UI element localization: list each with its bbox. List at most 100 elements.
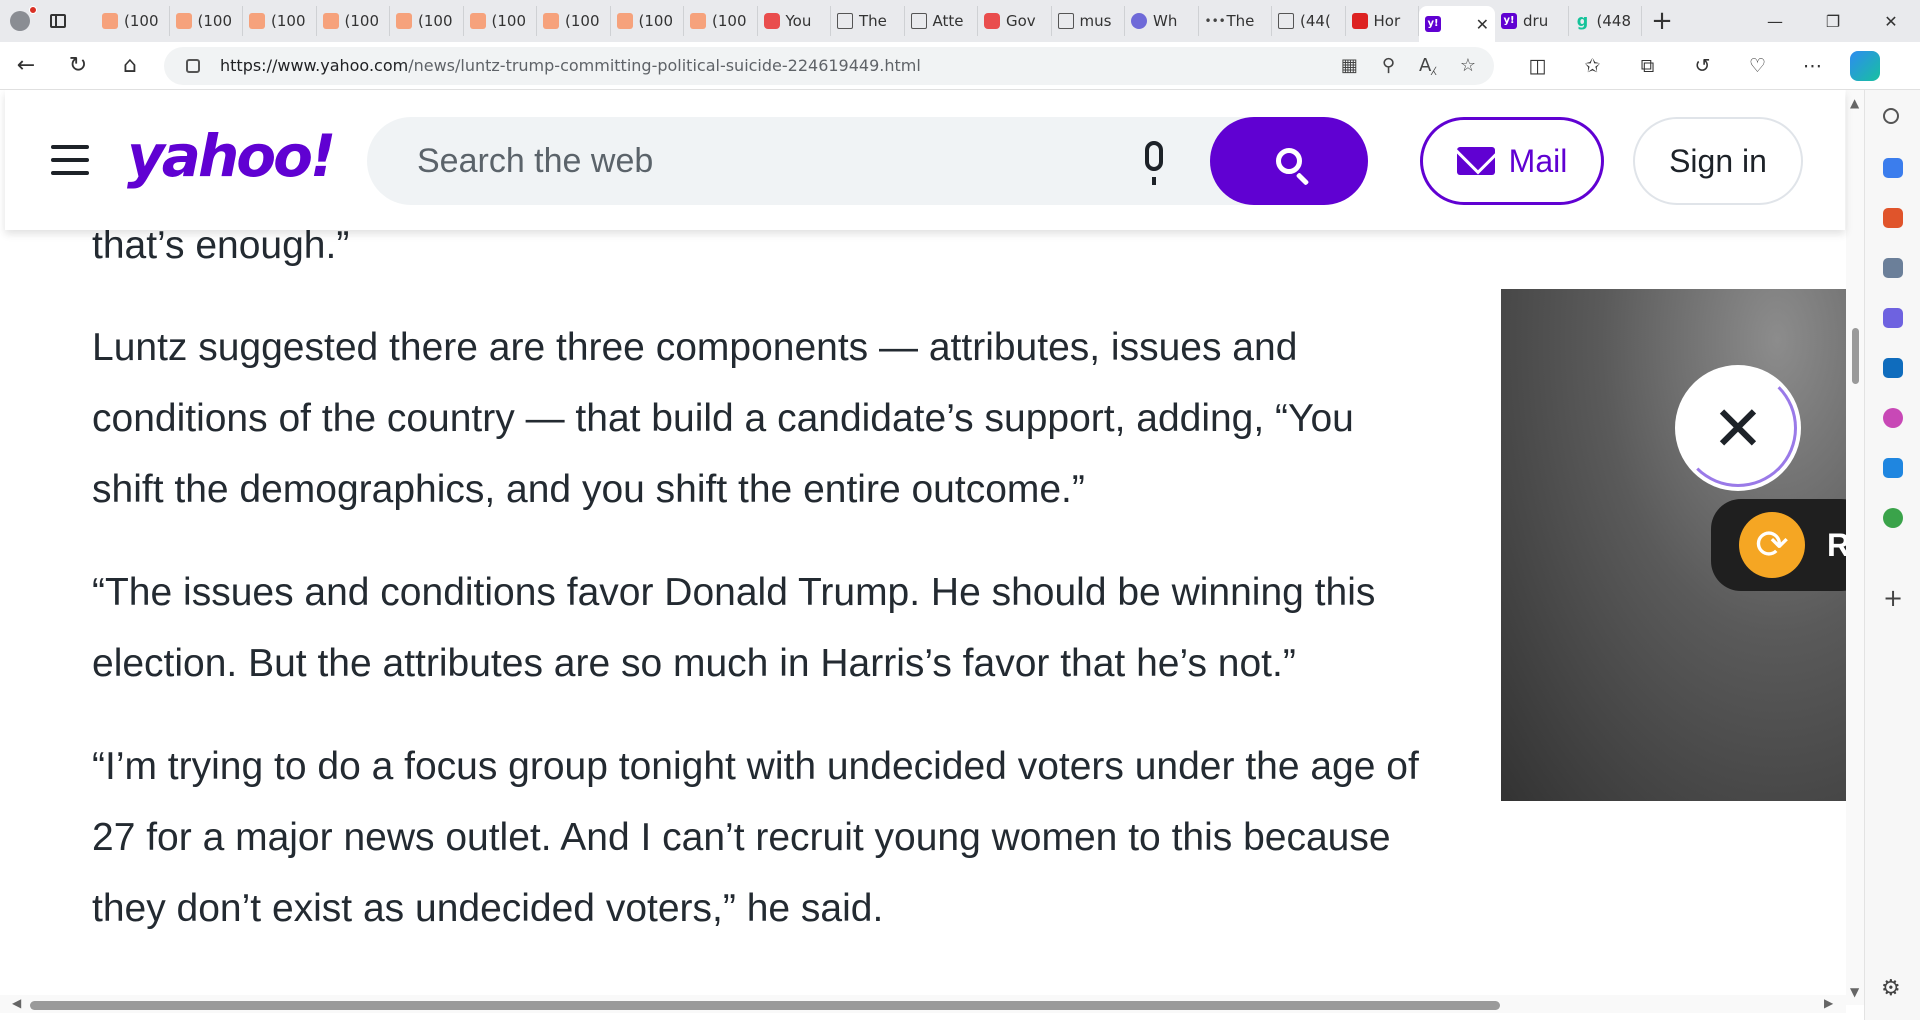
address-bar-icons: ▦ ⚲ A⁁ ☆ (1341, 55, 1494, 76)
tab-label: mus (1079, 12, 1112, 30)
shopping-tag-icon[interactable] (1883, 158, 1903, 178)
minimize-button[interactable]: — (1746, 0, 1804, 42)
app-available-icon[interactable]: ▦ (1341, 55, 1358, 76)
browser-tab[interactable]: (100 (243, 6, 317, 36)
tab-actions-icon (50, 14, 66, 28)
microphone-icon[interactable] (1145, 141, 1163, 185)
sign-in-button[interactable]: Sign in (1633, 117, 1803, 205)
replay-button[interactable]: ⟳ R (1711, 499, 1846, 591)
browser-tab[interactable]: y! ✕ (1419, 6, 1495, 42)
favorite-star-icon[interactable]: ☆ (1460, 55, 1476, 76)
refresh-button[interactable]: ↻ (52, 42, 104, 90)
browser-tab[interactable]: Atte (905, 6, 978, 36)
tab-actions-button[interactable] (40, 0, 76, 42)
browser-toolbar: ← ↻ ⌂ https://www.yahoo.com/news/luntz-t… (0, 42, 1920, 90)
browser-tab[interactable]: y! dru (1495, 6, 1569, 36)
browser-tab[interactable]: The (831, 6, 905, 36)
tools-icon[interactable] (1883, 208, 1903, 228)
tab-label: (100 (344, 12, 379, 30)
browser-tab[interactable]: Hor (1346, 6, 1419, 36)
substack-icon (249, 13, 265, 29)
browser-tab[interactable]: (100 (611, 6, 684, 36)
tab-strip: (100 (100 (100 (100 (100 (100 (100 (100 (100 You T… (76, 0, 1642, 42)
search-input[interactable] (417, 117, 1117, 205)
browser-tab[interactable]: (100 (464, 6, 537, 36)
browser-tab[interactable]: g (448 (1569, 6, 1642, 36)
browser-tab[interactable]: You (758, 6, 831, 36)
browser-tab[interactable]: Gov (978, 6, 1052, 36)
close-tab-icon[interactable]: ✕ (1476, 15, 1489, 34)
youtube-icon (763, 13, 780, 29)
menu-icon[interactable] (51, 145, 89, 175)
search-button[interactable] (1210, 117, 1368, 205)
more-options-icon[interactable]: ⋯ (1785, 55, 1840, 77)
article-paragraph: “I’m trying to do a focus group tonight … (92, 745, 1419, 930)
scroll-right-icon[interactable]: ▶ (1824, 996, 1833, 1010)
substack-icon (322, 13, 339, 29)
add-sidebar-app-icon[interactable]: + (1883, 584, 1903, 612)
mail-button[interactable]: Mail (1420, 117, 1604, 205)
send-icon[interactable] (1883, 458, 1903, 478)
tab-label: The (859, 12, 887, 30)
page-viewport: yahoo! Mail Sign in that’s enough.” Lunt… (0, 90, 1864, 1005)
browser-tab[interactable]: (100 (170, 6, 243, 36)
replay-label: R (1827, 526, 1846, 563)
vertical-scrollbar[interactable]: ▲ ▼ (1846, 90, 1864, 1005)
browser-tab[interactable]: (100 (684, 6, 758, 36)
read-aloud-icon[interactable]: A⁁ (1419, 55, 1436, 76)
replay-icon: ⟳ (1739, 512, 1805, 578)
browser-tab[interactable]: (44( (1272, 6, 1346, 36)
youtube-icon (984, 13, 1000, 29)
tab-label: (100 (197, 12, 232, 30)
browser-tab-bar: (100 (100 (100 (100 (100 (100 (100 (100 (100 You T… (0, 0, 1920, 42)
yahoo-icon: y! (1501, 13, 1517, 29)
collections-icon[interactable]: ⧉ (1620, 55, 1675, 77)
zoom-icon[interactable]: ⚲ (1382, 55, 1395, 76)
edge-sidebar: + ⚙ (1864, 90, 1920, 1020)
browser-tab[interactable]: (100 (96, 6, 170, 36)
tab-label: Atte (932, 12, 964, 30)
scroll-up-icon[interactable]: ▲ (1850, 96, 1859, 110)
search-icon[interactable] (1883, 108, 1899, 124)
horizontal-scrollbar[interactable]: ◀ ▶ (0, 995, 1846, 1013)
notification-dot (29, 6, 37, 14)
horizontal-scroll-thumb[interactable] (30, 1001, 1500, 1010)
substack-icon (102, 13, 118, 29)
browser-tab[interactable]: (100 (390, 6, 464, 36)
browser-tab[interactable]: (100 (317, 6, 390, 36)
yahoo-logo[interactable]: yahoo! (127, 122, 336, 190)
profile-avatar-icon (10, 11, 30, 31)
back-button[interactable]: ← (0, 42, 52, 90)
profile-button[interactable] (0, 0, 40, 42)
designer-icon[interactable] (1883, 408, 1903, 428)
tab-label: You (785, 12, 812, 30)
substack-icon (396, 13, 412, 29)
browser-essentials-icon[interactable]: ♡ (1730, 55, 1785, 77)
restore-button[interactable]: ❐ (1804, 0, 1862, 42)
article-paragraph: “The issues and conditions favor Donald … (92, 571, 1376, 685)
video-ad[interactable]: ✕ ⟳ R (1501, 289, 1846, 801)
browser-tab[interactable]: ••• The (1199, 6, 1272, 36)
browser-tab[interactable]: Wh (1125, 6, 1199, 36)
microsoft365-icon[interactable] (1883, 308, 1903, 328)
browser-tab[interactable]: (100 (537, 6, 611, 36)
article-paragraph: Luntz suggested there are three componen… (92, 326, 1354, 511)
split-screen-icon[interactable]: ◫ (1510, 55, 1565, 77)
search-box (367, 117, 1368, 205)
home-button[interactable]: ⌂ (104, 42, 156, 90)
close-ad-button[interactable]: ✕ (1675, 365, 1801, 491)
close-window-button[interactable]: ✕ (1862, 0, 1920, 42)
vertical-scroll-thumb[interactable] (1852, 328, 1859, 384)
scroll-down-icon[interactable]: ▼ (1850, 985, 1859, 999)
settings-gear-icon[interactable]: ⚙ (1881, 976, 1901, 1001)
tree-icon[interactable] (1883, 508, 1903, 528)
browser-tab[interactable]: mus (1052, 6, 1125, 36)
new-tab-button[interactable]: + (1642, 0, 1682, 42)
games-icon[interactable] (1883, 258, 1903, 278)
copilot-icon[interactable] (1850, 50, 1880, 81)
address-bar[interactable]: https://www.yahoo.com/news/luntz-trump-c… (164, 46, 1494, 85)
history-icon[interactable]: ↺ (1675, 55, 1730, 77)
favorites-icon[interactable]: ✩ (1565, 55, 1620, 77)
outlook-icon[interactable] (1883, 358, 1903, 378)
scroll-left-icon[interactable]: ◀ (12, 996, 21, 1010)
